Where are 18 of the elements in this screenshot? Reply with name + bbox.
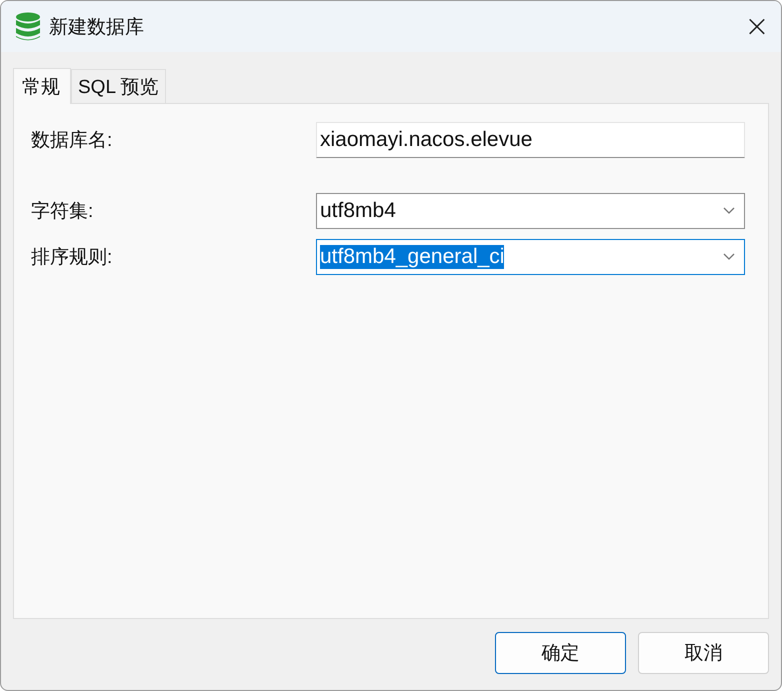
field-label: 数据库名:	[31, 129, 114, 153]
tab[interactable]: 常规	[13, 68, 71, 104]
dropdown[interactable]: utf8mb4_general_ci	[316, 239, 745, 275]
dropdown[interactable]: utf8mb4	[316, 193, 745, 229]
field-value: xiaomayi.nacos.elevue	[320, 128, 534, 152]
database-icon	[15, 12, 41, 42]
input-field[interactable]: xiaomayi.nacos.elevue	[316, 122, 745, 158]
chevron-down-icon	[723, 253, 735, 261]
dialog-button[interactable]: 取消	[638, 632, 769, 674]
dropdown-value: utf8mb4	[320, 199, 397, 223]
field-label: 字符集:	[31, 200, 94, 224]
field-label: 排序规则:	[31, 246, 114, 270]
dialog-button[interactable]: 确定	[495, 632, 626, 674]
chevron-down-icon	[723, 207, 735, 215]
dropdown-value: utf8mb4_general_ci	[320, 245, 504, 269]
tab[interactable]: SQL 预览	[71, 69, 166, 103]
window-title: 新建数据库	[49, 16, 145, 40]
close-button[interactable]: ×	[733, 1, 781, 52]
